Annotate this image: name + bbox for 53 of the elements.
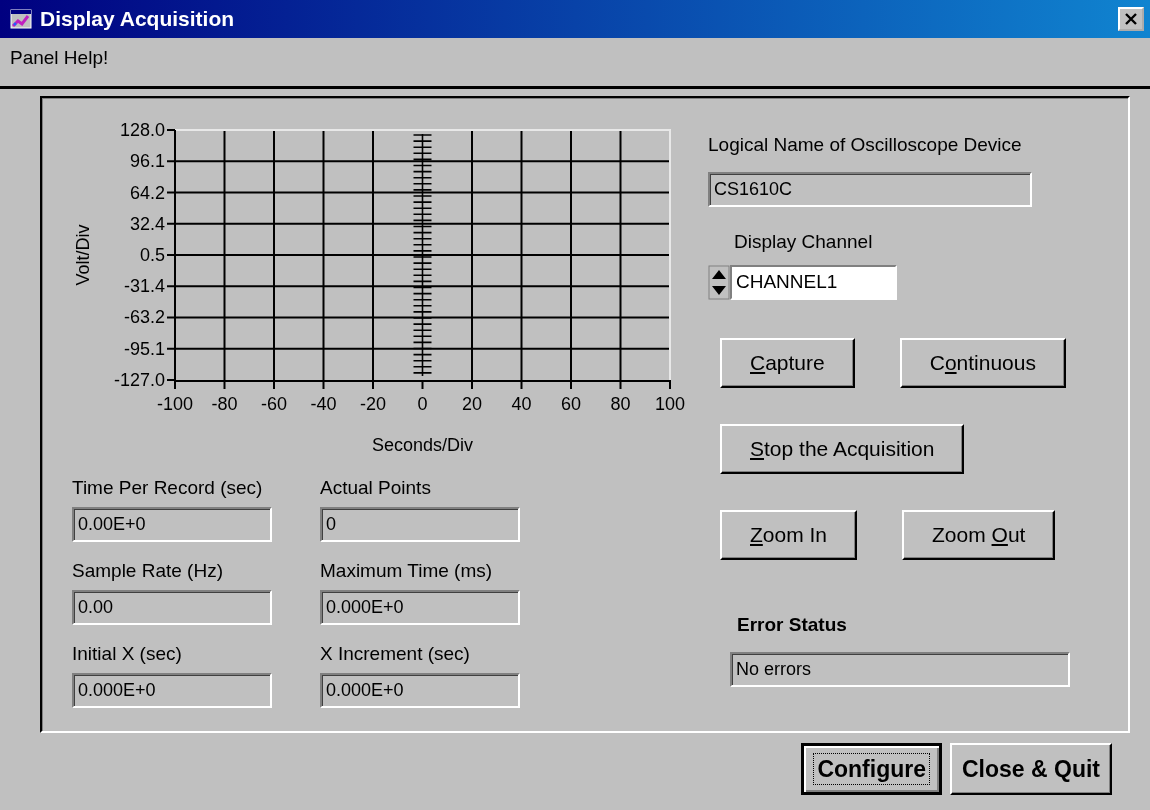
dialog-button[interactable]: Configure bbox=[801, 743, 942, 795]
tick-label: -80 bbox=[211, 394, 238, 414]
tick-label: -20 bbox=[360, 394, 386, 414]
app-icon bbox=[10, 9, 32, 29]
tick-label: -63.2 bbox=[123, 307, 165, 328]
action-button[interactable]: Zoom Out bbox=[902, 510, 1056, 560]
close-button[interactable] bbox=[1118, 7, 1144, 31]
close-icon bbox=[1124, 13, 1138, 25]
tick-label: 20 bbox=[462, 394, 482, 414]
tick-label: -40 bbox=[310, 394, 337, 414]
action-button[interactable]: Zoom In bbox=[720, 510, 858, 560]
tick-label: 128.0 bbox=[119, 120, 165, 140]
readout-field: 0.000E+0 bbox=[320, 590, 520, 625]
tick-label: -60 bbox=[261, 394, 287, 414]
tick-label: 0 bbox=[417, 394, 428, 414]
field-label: Time Per Record (sec) bbox=[72, 476, 264, 500]
tick-label: 60 bbox=[561, 394, 581, 414]
readout-field: 0.000E+0 bbox=[72, 673, 272, 708]
action-button[interactable]: Stop the Acquisition bbox=[720, 424, 965, 474]
tick-label: 40 bbox=[511, 394, 532, 414]
tick-label: -31.4 bbox=[123, 276, 165, 297]
tick-label: 100 bbox=[655, 394, 685, 414]
action-button[interactable]: Continuous bbox=[899, 338, 1066, 388]
channel-field[interactable]: CHANNEL1 bbox=[730, 265, 897, 300]
field-label: Maximum Time (ms) bbox=[320, 559, 494, 583]
tick-label: 64.2 bbox=[129, 182, 165, 203]
tick-label: -95.1 bbox=[123, 338, 165, 359]
error-status-field: No errors bbox=[730, 652, 1070, 687]
axis-title: Volt/Div bbox=[73, 224, 93, 286]
readout-field: 0.000E+0 bbox=[320, 673, 520, 708]
tick-label: 32.4 bbox=[129, 213, 165, 234]
field-label: Actual Points bbox=[320, 476, 432, 500]
tick-label: 96.1 bbox=[129, 151, 165, 172]
field-label: Initial X (sec) bbox=[72, 642, 183, 666]
readout-field: 0.00 bbox=[72, 590, 272, 625]
device-name-field[interactable]: CS1610C bbox=[708, 172, 1032, 207]
field-label: X Increment (sec) bbox=[320, 642, 471, 666]
field-label: Logical Name of Oscilloscope Device bbox=[708, 133, 1023, 157]
tick-label: -100 bbox=[157, 394, 193, 414]
action-button[interactable]: Capture bbox=[720, 338, 855, 388]
field-label: Display Channel bbox=[733, 230, 874, 254]
tick-label: -127.0 bbox=[113, 370, 165, 390]
dialog-button[interactable]: Close & Quit bbox=[950, 743, 1112, 795]
tick-label: 0.5 bbox=[139, 245, 165, 265]
field-label: Sample Rate (Hz) bbox=[72, 559, 224, 583]
readout-field: 0 bbox=[320, 507, 520, 542]
tick-label: 80 bbox=[610, 394, 631, 414]
spinner-arrows-icon[interactable] bbox=[708, 265, 730, 300]
field-label: Error Status bbox=[737, 613, 848, 637]
axis-title: Seconds/Div bbox=[371, 435, 474, 455]
window-title: Display Acquisition bbox=[40, 6, 235, 33]
readout-field: 0.00E+0 bbox=[72, 507, 272, 542]
menu-item[interactable]: Panel Help! bbox=[10, 43, 109, 73]
